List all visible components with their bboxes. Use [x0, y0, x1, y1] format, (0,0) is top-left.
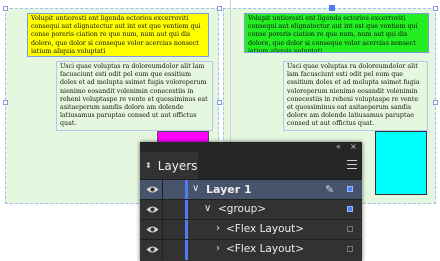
- color-square-icon[interactable]: [347, 186, 353, 192]
- layer-name[interactable]: <group>: [218, 203, 266, 215]
- expand-chevron-icon[interactable]: ∨: [192, 183, 199, 194]
- panel-tabbar: ⬍ Layers: [140, 152, 362, 179]
- column-separator: [162, 200, 163, 220]
- eye-icon[interactable]: [146, 225, 159, 234]
- column-separator: [162, 240, 163, 260]
- close-panel-icon[interactable]: ×: [350, 142, 357, 152]
- right-heading-textbox[interactable]: Volupit untioresti ent ligenda ectorios …: [244, 13, 429, 53]
- hamburger-menu-icon[interactable]: [347, 160, 357, 169]
- resize-handle-mid-left[interactable]: [3, 100, 8, 105]
- eye-icon[interactable]: [146, 245, 159, 254]
- layer-color-bar: [185, 240, 188, 260]
- panel-titlebar: « ×: [140, 142, 362, 152]
- eye-icon[interactable]: [146, 205, 159, 214]
- resize-handle-top-left[interactable]: [3, 6, 8, 11]
- layer-color-bar: [185, 200, 188, 220]
- left-heading-textbox[interactable]: Volupit untioresti ent ligenda ectorios …: [27, 13, 209, 57]
- color-square-icon[interactable]: [347, 206, 353, 212]
- tab-layers[interactable]: ⬍ Layers: [140, 152, 198, 179]
- expand-chevron-icon[interactable]: ›: [216, 243, 220, 254]
- tab-reorder-icon: ⬍: [145, 161, 152, 170]
- color-square-icon[interactable]: [347, 246, 353, 252]
- resize-handle-top-center[interactable]: [329, 5, 335, 11]
- pen-icon[interactable]: ✎: [325, 183, 334, 196]
- layer-row-flex-layout[interactable]: › <Flex Layout>: [140, 239, 362, 260]
- resize-handle-mid-right[interactable]: [433, 100, 438, 105]
- right-body-textbox[interactable]: Usci quae voluptas ra doloreumdolor alit…: [283, 61, 428, 131]
- layer-row-layer-1[interactable]: ∨ Layer 1 ✎: [140, 179, 362, 200]
- layer-name[interactable]: Layer 1: [206, 183, 252, 196]
- layer-row-group[interactable]: ∨ <group>: [140, 199, 362, 220]
- resize-handle-top-right[interactable]: [433, 6, 438, 11]
- resize-handle-center[interactable]: [217, 100, 222, 105]
- layer-color-bar: [185, 180, 188, 200]
- column-separator: [162, 220, 163, 240]
- layer-name[interactable]: <Flex Layout>: [226, 243, 304, 255]
- eye-icon[interactable]: [146, 185, 159, 194]
- color-square-icon[interactable]: [347, 226, 353, 232]
- layer-color-bar: [185, 220, 188, 240]
- collapse-panel-icon[interactable]: «: [336, 142, 341, 152]
- column-separator: [162, 180, 163, 200]
- layers-panel: « × ⬍ Layers ∨ Layer 1 ✎ ∨ <group> › <Fl…: [140, 142, 362, 261]
- expand-chevron-icon[interactable]: ∨: [204, 203, 211, 214]
- resize-handle-top-mid[interactable]: [217, 6, 222, 11]
- expand-chevron-icon[interactable]: ›: [216, 223, 220, 234]
- layer-row-flex-layout[interactable]: › <Flex Layout>: [140, 219, 362, 240]
- cyan-rectangle[interactable]: [375, 131, 427, 195]
- tab-title: Layers: [157, 158, 198, 173]
- layer-name[interactable]: <Flex Layout>: [226, 223, 304, 235]
- left-body-textbox[interactable]: Usci quae voluptas ra doloreumdolor alit…: [56, 61, 213, 131]
